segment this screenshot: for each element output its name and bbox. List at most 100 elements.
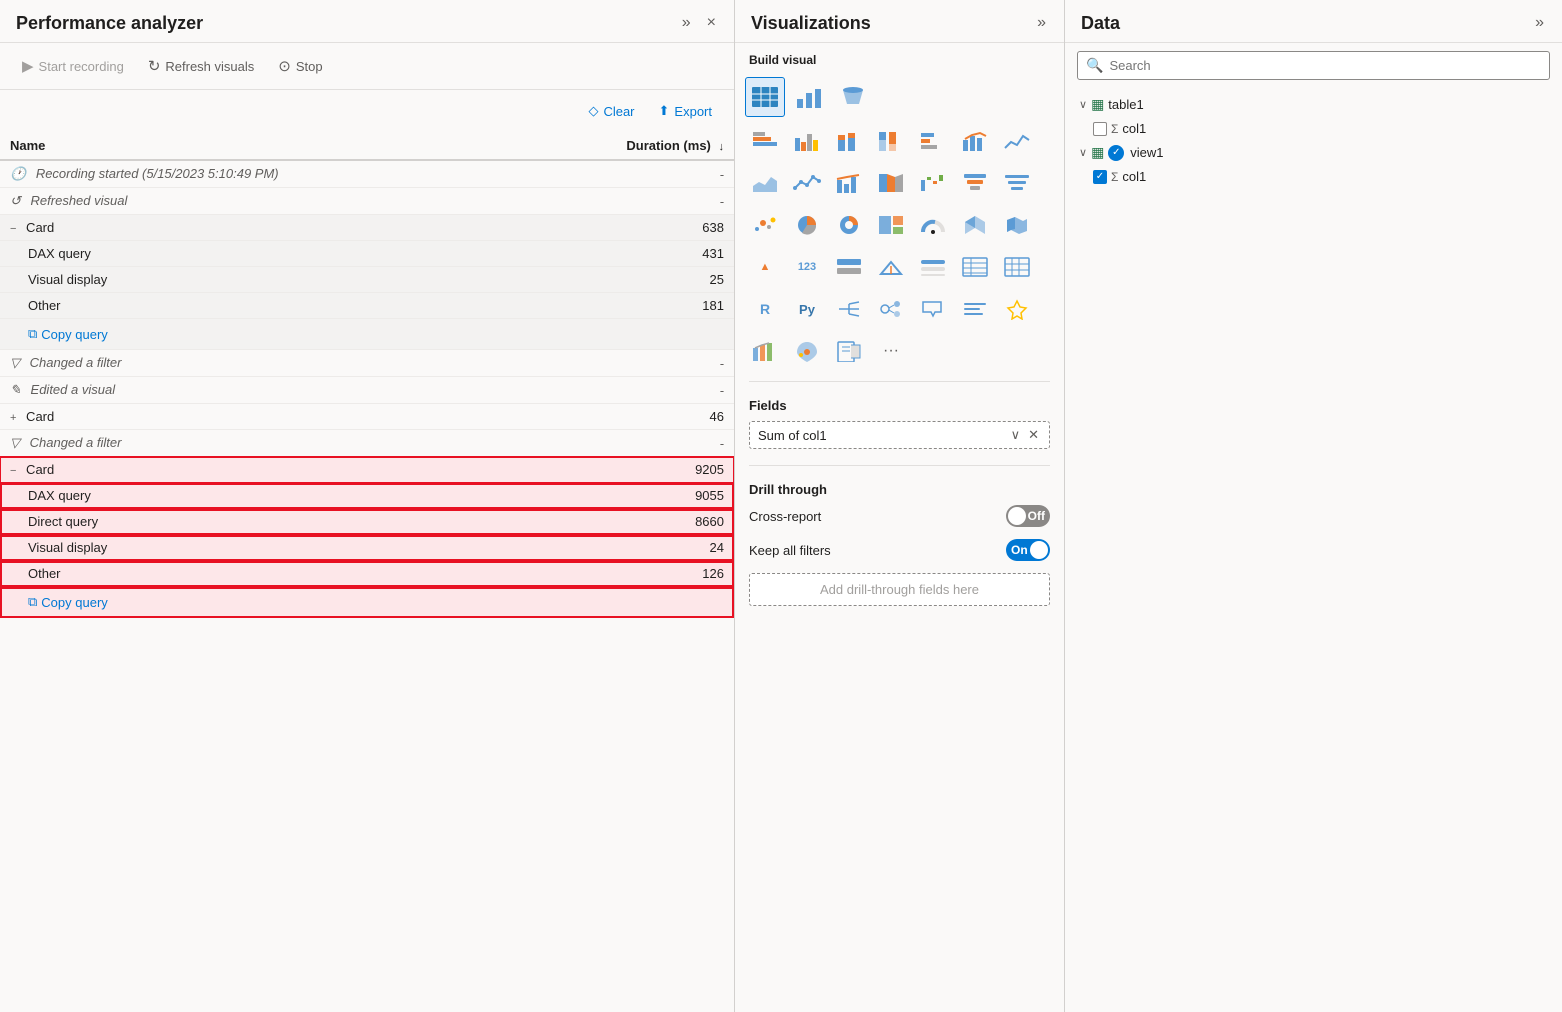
chart-smart-narrative[interactable]	[955, 289, 995, 329]
chart-card-visual[interactable]: 123	[787, 247, 827, 287]
row-duration-cell: -	[521, 188, 734, 215]
chart-r-visual[interactable]: R	[745, 289, 785, 329]
chart-type-bar2-button[interactable]	[789, 77, 829, 117]
search-input[interactable]	[1109, 58, 1541, 73]
keep-filters-toggle[interactable]: On	[1006, 539, 1050, 561]
chart-azure-map[interactable]: ▲	[745, 247, 785, 287]
copy-query-button-1[interactable]: ⧉ Copy query	[28, 324, 108, 344]
tree-item-table1[interactable]: ∨ ▦ table1	[1073, 92, 1554, 117]
chart-100pct-col[interactable]	[871, 121, 911, 161]
chart-combo[interactable]	[955, 121, 995, 161]
stop-icon: ⊙	[278, 57, 291, 75]
chart-ribbon[interactable]	[871, 163, 911, 203]
stop-button[interactable]: ⊙ Stop	[268, 51, 332, 81]
row-duration-cell: -	[521, 377, 734, 404]
field-chip: Sum of col1 ∨ ✕	[749, 421, 1050, 449]
tree-item-col1-table1[interactable]: Σ col1	[1073, 117, 1554, 140]
chart-scatter[interactable]	[745, 205, 785, 245]
collapse-icon-2: −	[10, 465, 16, 477]
keep-filters-row: Keep all filters On	[749, 539, 1050, 561]
chart-multi-row-card[interactable]	[829, 247, 869, 287]
row-name-cell: Direct query	[0, 509, 521, 535]
chart-metrics[interactable]	[745, 331, 785, 371]
refresh-icon: ↻	[148, 57, 161, 75]
chart-key-influencers[interactable]	[871, 289, 911, 329]
chart-table-visual[interactable]	[955, 247, 995, 287]
chart-funnel-v[interactable]	[955, 163, 995, 203]
chart-type-table-button[interactable]	[745, 77, 785, 117]
table-row: + Card 46	[0, 404, 734, 430]
row-name-cell: DAX query	[0, 483, 521, 509]
clock-icon: 🕐	[10, 166, 26, 181]
row-name-cell: Other	[0, 561, 521, 587]
chart-kpi[interactable]	[871, 247, 911, 287]
chart-slicer[interactable]	[913, 247, 953, 287]
row-name-cell: Other	[0, 293, 521, 319]
field-chip-label: Sum of col1	[758, 428, 827, 443]
chart-clustered-bar[interactable]	[913, 121, 953, 161]
clear-button[interactable]: ◇ Clear	[578, 98, 644, 124]
performance-analyzer-panel: Performance analyzer » × ▶ Start recordi…	[0, 0, 735, 1012]
row-name-cell: − Card	[0, 457, 521, 483]
chart-more[interactable]: ···	[871, 331, 911, 371]
chart-matrix[interactable]	[997, 247, 1037, 287]
chart-type-funnel-button[interactable]	[833, 77, 873, 117]
chart-waterfall[interactable]	[913, 163, 953, 203]
table-row: ▽ Changed a filter -	[0, 430, 734, 457]
chart-bar-line[interactable]	[829, 163, 869, 203]
table-row: Other 181	[0, 293, 734, 319]
chart-line[interactable]	[997, 121, 1037, 161]
col1-checkbox-unchecked	[1093, 122, 1107, 136]
chart-python-visual[interactable]: Py	[787, 289, 827, 329]
chart-goals[interactable]	[997, 289, 1037, 329]
tree-item-view1[interactable]: ∨ ▦ ✓ view1	[1073, 140, 1554, 165]
viz-divider-1	[749, 381, 1050, 382]
start-recording-button[interactable]: ▶ Start recording	[12, 51, 134, 81]
chart-stacked-bar[interactable]	[745, 121, 785, 161]
expand-viz-button[interactable]: »	[1031, 10, 1052, 36]
fields-label: Fields	[749, 398, 1050, 413]
row-copy-query-cell: ⧉ Copy query	[0, 587, 521, 618]
table-row-highlighted: ⧉ Copy query	[0, 587, 734, 618]
chart-decomposition-tree[interactable]	[829, 289, 869, 329]
data-panel-title: Data	[1081, 13, 1120, 34]
view1-label: view1	[1130, 145, 1163, 160]
export-button[interactable]: ⬆ Export	[649, 98, 722, 124]
chart-treemap[interactable]	[871, 205, 911, 245]
col1-view1-label: col1	[1122, 169, 1146, 184]
refresh-visuals-button[interactable]: ↻ Refresh visuals	[138, 51, 264, 81]
cross-report-toggle[interactable]: Off	[1006, 505, 1050, 527]
tree-item-col1-view1[interactable]: ✓ Σ col1	[1073, 165, 1554, 188]
chart-clustered-col[interactable]	[787, 121, 827, 161]
chart-azure-map-2[interactable]	[787, 331, 827, 371]
field-expand-button[interactable]: ∨	[1009, 427, 1023, 443]
col1-checkbox-checked: ✓	[1093, 170, 1107, 184]
chart-line-markers[interactable]	[787, 163, 827, 203]
chart-filter-visual[interactable]	[997, 163, 1037, 203]
visualizations-panel: Visualizations » Build visual	[735, 0, 1065, 1012]
expand-panel-button[interactable]: »	[676, 10, 697, 36]
table-row: ⧉ Copy query	[0, 319, 734, 350]
chart-qa-visual[interactable]	[913, 289, 953, 329]
chart-paginated[interactable]	[829, 331, 869, 371]
refresh-small-icon: ↺	[10, 193, 21, 208]
table-row-highlighted: DAX query 9055	[0, 483, 734, 509]
chart-pie[interactable]	[787, 205, 827, 245]
table-row: − Card 638	[0, 215, 734, 241]
chart-gauge[interactable]	[913, 205, 953, 245]
chart-donut[interactable]	[829, 205, 869, 245]
chart-map[interactable]	[955, 205, 995, 245]
expand-data-button[interactable]: »	[1529, 10, 1550, 36]
copy-query-button-2[interactable]: ⧉ Copy query	[28, 592, 108, 612]
copy-icon-2: ⧉	[28, 594, 37, 610]
table-icon: ▦	[1091, 96, 1104, 113]
row-duration-cell	[521, 587, 734, 618]
close-panel-button[interactable]: ×	[701, 10, 722, 36]
search-icon: 🔍	[1086, 57, 1103, 74]
collapse-icon: −	[10, 223, 16, 235]
row-name-cell: ▽ Changed a filter	[0, 430, 521, 457]
chart-area[interactable]	[745, 163, 785, 203]
chart-stacked-col[interactable]	[829, 121, 869, 161]
field-remove-button[interactable]: ✕	[1026, 427, 1041, 443]
chart-filled-map[interactable]	[997, 205, 1037, 245]
